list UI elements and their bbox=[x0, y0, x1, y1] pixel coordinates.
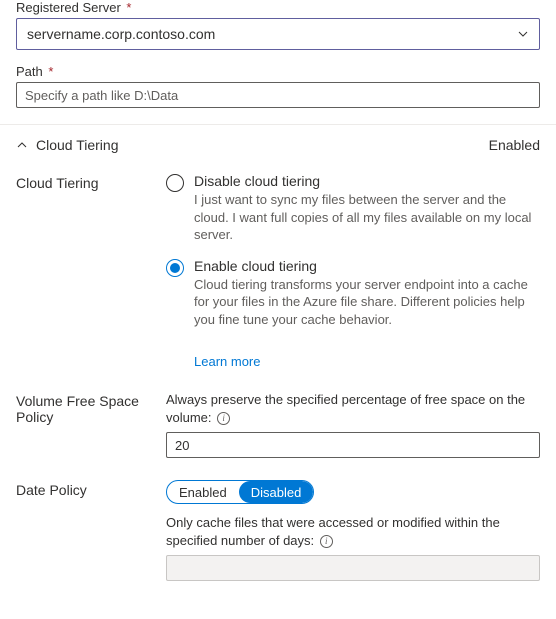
chevron-down-icon bbox=[517, 28, 529, 40]
accordion-title: Cloud Tiering bbox=[36, 137, 119, 153]
radio-desc: Cloud tiering transforms your server end… bbox=[194, 276, 540, 329]
volume-policy-content: Always preserve the specified percentage… bbox=[166, 391, 540, 458]
registered-server-label: Registered Server * bbox=[16, 0, 540, 15]
cloud-tiering-options: Disable cloud tiering I just want to syn… bbox=[166, 173, 540, 369]
learn-more-link[interactable]: Learn more bbox=[194, 354, 260, 369]
required-asterisk: * bbox=[126, 0, 131, 15]
registered-server-field: Registered Server * servername.corp.cont… bbox=[16, 0, 540, 50]
required-asterisk: * bbox=[48, 64, 53, 79]
cloud-tiering-row-label: Cloud Tiering bbox=[16, 173, 166, 191]
toggle-disabled[interactable]: Disabled bbox=[239, 481, 314, 503]
volume-policy-desc: Always preserve the specified percentage… bbox=[166, 391, 540, 426]
radio-title: Disable cloud tiering bbox=[194, 173, 540, 189]
date-policy-toggle[interactable]: Enabled Disabled bbox=[166, 480, 314, 504]
label-text: Path bbox=[16, 64, 43, 79]
path-field: Path * bbox=[16, 64, 540, 108]
path-label: Path * bbox=[16, 64, 540, 79]
desc-text: Only cache files that were accessed or m… bbox=[166, 515, 500, 548]
radio-unchecked-icon bbox=[166, 174, 184, 192]
registered-server-value: servername.corp.contoso.com bbox=[27, 26, 215, 42]
radio-text: Disable cloud tiering I just want to syn… bbox=[194, 173, 540, 244]
date-policy-row: Date Policy Enabled Disabled Only cache … bbox=[16, 480, 540, 581]
volume-policy-input[interactable] bbox=[166, 432, 540, 458]
info-icon[interactable]: i bbox=[217, 412, 230, 425]
radio-disable-tiering[interactable]: Disable cloud tiering I just want to syn… bbox=[166, 173, 540, 244]
radio-title: Enable cloud tiering bbox=[194, 258, 540, 274]
date-policy-content: Enabled Disabled Only cache files that w… bbox=[166, 480, 540, 581]
path-input[interactable] bbox=[16, 82, 540, 108]
radio-checked-icon bbox=[166, 259, 184, 277]
divider bbox=[0, 124, 556, 125]
cloud-tiering-accordion[interactable]: Cloud Tiering Enabled bbox=[16, 135, 540, 155]
radio-desc: I just want to sync my files between the… bbox=[194, 191, 540, 244]
radio-dot bbox=[170, 263, 180, 273]
volume-policy-row: Volume Free Space Policy Always preserve… bbox=[16, 391, 540, 458]
radio-enable-tiering[interactable]: Enable cloud tiering Cloud tiering trans… bbox=[166, 258, 540, 329]
chevron-up-icon bbox=[16, 139, 28, 151]
date-policy-label: Date Policy bbox=[16, 480, 166, 498]
accordion-status: Enabled bbox=[489, 137, 540, 153]
toggle-enabled[interactable]: Enabled bbox=[167, 481, 239, 503]
volume-policy-label: Volume Free Space Policy bbox=[16, 391, 166, 425]
radio-text: Enable cloud tiering Cloud tiering trans… bbox=[194, 258, 540, 329]
cloud-tiering-row: Cloud Tiering Disable cloud tiering I ju… bbox=[16, 173, 540, 369]
date-policy-desc: Only cache files that were accessed or m… bbox=[166, 514, 540, 549]
registered-server-dropdown[interactable]: servername.corp.contoso.com bbox=[16, 18, 540, 50]
accordion-left: Cloud Tiering bbox=[16, 137, 119, 153]
label-text: Registered Server bbox=[16, 0, 121, 15]
date-policy-input bbox=[166, 555, 540, 581]
info-icon[interactable]: i bbox=[320, 535, 333, 548]
